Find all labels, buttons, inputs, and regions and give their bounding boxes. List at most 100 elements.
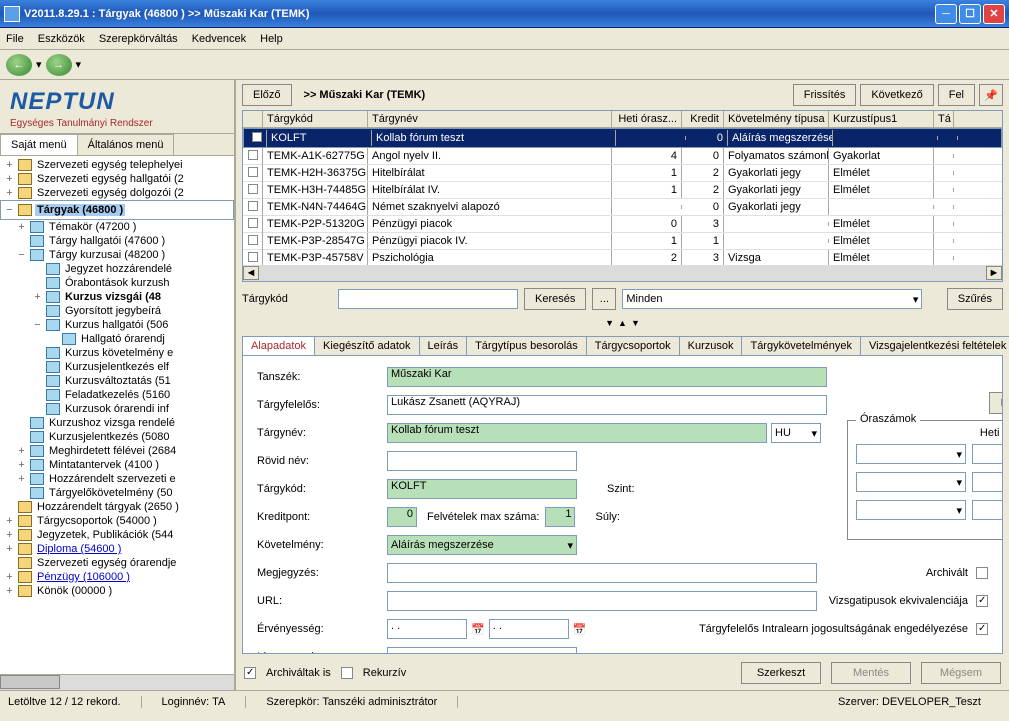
maxtake-field[interactable]: 1 xyxy=(545,507,575,527)
detail-tab[interactable]: Leírás xyxy=(419,336,468,355)
detail-tab[interactable]: Alapadatok xyxy=(242,336,315,355)
dropdown-icon[interactable]: ▾ xyxy=(36,58,42,71)
browse-button[interactable]: ... xyxy=(592,288,616,310)
scroll-left-icon[interactable]: ◄ xyxy=(243,266,259,280)
detail-tab[interactable]: Vizsgajelentkezési feltételek xyxy=(860,336,1009,355)
tree-node[interactable]: +Tárgycsoportok (54000 ) xyxy=(0,514,234,528)
req-select[interactable]: Aláírás megszerzése▾ xyxy=(387,535,577,555)
close-button[interactable]: ✕ xyxy=(983,4,1005,24)
weekly-3[interactable] xyxy=(972,500,1003,520)
menu-help[interactable]: Help xyxy=(260,33,283,45)
up-button[interactable]: Fel xyxy=(938,84,975,106)
col-header[interactable]: Heti órasz... xyxy=(612,111,682,127)
name-field[interactable]: Kollab fórum teszt xyxy=(387,423,767,443)
detail-tab[interactable]: Tárgykövetelmények xyxy=(741,336,861,355)
menu-file[interactable]: File xyxy=(6,33,24,45)
col-header[interactable]: Tá xyxy=(934,111,954,127)
col-header[interactable]: Kredit xyxy=(682,111,724,127)
note-field[interactable] xyxy=(387,563,817,583)
next-button[interactable]: Következő xyxy=(860,84,933,106)
resp-field[interactable]: Lukász Zsanett (AQYRAJ) xyxy=(387,395,827,415)
col-header[interactable] xyxy=(243,111,263,127)
maximize-button[interactable]: ☐ xyxy=(959,4,981,24)
col-header[interactable]: Tárgynév xyxy=(368,111,612,127)
menu-fav[interactable]: Kedvencek xyxy=(192,33,246,45)
table-row[interactable]: TEMK-P2P-51320GPénzügyi piacok03Elmélet xyxy=(243,216,1002,233)
tree-node[interactable]: −Tárgy kurzusai (48200 ) xyxy=(0,248,234,262)
filter-button[interactable]: Szűrés xyxy=(947,288,1003,310)
tree-node[interactable]: Gyorsított jegybeírá xyxy=(0,304,234,318)
tree-node[interactable]: +Szervezeti egység hallgatói (2 xyxy=(0,172,234,186)
table-row[interactable]: TEMK-P3P-45758VPszichológia23VizsgaElmél… xyxy=(243,250,1002,265)
tree-node[interactable]: Tárgy hallgatói (47600 ) xyxy=(0,234,234,248)
tree-node[interactable]: Kurzusváltoztatás (51 xyxy=(0,374,234,388)
menu-tools[interactable]: Eszközök xyxy=(38,33,85,45)
prev-button[interactable]: Előző xyxy=(242,84,292,106)
tree-node[interactable]: Kurzus követelmény e xyxy=(0,346,234,360)
hour-type-1[interactable]: ▾ xyxy=(856,444,966,464)
table-row[interactable]: TEMK-P3P-28547GPénzügyi piacok IV.11Elmé… xyxy=(243,233,1002,250)
tree-node[interactable]: −Tárgyak (46800 ) xyxy=(0,200,234,220)
tree-node[interactable]: Kurzusjelentkezés (5080 xyxy=(0,430,234,444)
hour-type-2[interactable]: ▾ xyxy=(856,472,966,492)
tree-scrollbar[interactable] xyxy=(0,674,234,690)
edit-button[interactable]: Szerkeszt xyxy=(741,662,821,684)
weekly-2[interactable] xyxy=(972,472,1003,492)
tree-node[interactable]: +Diploma (54600 ) xyxy=(0,542,234,556)
tree-node[interactable]: +Hozzárendelt szervezeti e xyxy=(0,472,234,486)
archived-too-checkbox[interactable] xyxy=(244,667,256,679)
tree-node[interactable]: +Könök (00000 ) xyxy=(0,584,234,598)
tree-node[interactable]: Hallgató órarendj xyxy=(0,332,234,346)
code-field[interactable]: KOLFT xyxy=(387,479,577,499)
pin-button[interactable]: 📌 xyxy=(979,84,1003,106)
refresh-button[interactable]: Frissítés xyxy=(793,84,857,106)
tree-node[interactable]: Feladatkezelés (5160 xyxy=(0,388,234,402)
tree-node[interactable]: +Pénzügy (106000 ) xyxy=(0,570,234,584)
tree-node[interactable]: Kurzushoz vizsga rendelé xyxy=(0,416,234,430)
credit-field[interactable]: 0 xyxy=(387,507,417,527)
table-row[interactable]: TEMK-H3H-74485GHitelbírálat IV.12Gyakorl… xyxy=(243,182,1002,199)
menu-role[interactable]: Szerepkörváltás xyxy=(99,33,178,45)
calendar-icon[interactable]: 📅 xyxy=(467,623,489,636)
tree-node[interactable]: +Szervezeti egység dolgozói (2 xyxy=(0,186,234,200)
valid-from[interactable]: . . xyxy=(387,619,467,639)
table-row[interactable]: TEMK-A1K-62775GAngol nyelv II.40Folyamat… xyxy=(243,148,1002,165)
search-button[interactable]: Keresés xyxy=(524,288,586,310)
calendar-icon[interactable]: 📅 xyxy=(569,623,591,636)
foreign-select[interactable]: ▾ xyxy=(387,647,577,654)
tree-node[interactable]: +Szervezeti egység telephelyei xyxy=(0,158,234,172)
tree-node[interactable]: Órabontások kurzush xyxy=(0,276,234,290)
weekly-1[interactable] xyxy=(972,444,1003,464)
tree-node[interactable]: Kurzusok órarendi inf xyxy=(0,402,234,416)
scroll-right-icon[interactable]: ► xyxy=(986,266,1002,280)
tree-node[interactable]: +Jegyzetek, Publikációk (544 xyxy=(0,528,234,542)
tree-node[interactable]: +Mintatantervek (4100 ) xyxy=(0,458,234,472)
nav-back-button[interactable]: ← xyxy=(6,54,32,76)
tree-node[interactable]: −Kurzus hallgatói (506 xyxy=(0,318,234,332)
tree-node[interactable]: +Témakör (47200 ) xyxy=(0,220,234,234)
nav-forward-button[interactable]: → xyxy=(46,54,72,76)
tree-node[interactable]: Hozzárendelt tárgyak (2650 ) xyxy=(0,500,234,514)
minimize-button[interactable]: ─ xyxy=(935,4,957,24)
pager[interactable]: ▼▲▼ xyxy=(242,318,1003,328)
lang-select[interactable]: HU▾ xyxy=(771,423,821,443)
dropdown-icon[interactable]: ▾ xyxy=(76,58,82,71)
tab-general-menu[interactable]: Általános menü xyxy=(77,134,175,155)
tree-node[interactable]: Jegyzet hozzárendelé xyxy=(0,262,234,276)
archived-checkbox[interactable] xyxy=(976,567,988,579)
grid-header[interactable]: TárgykódTárgynévHeti órasz...KreditKövet… xyxy=(243,111,1002,128)
tree-node[interactable]: Szervezeti egység órarendje xyxy=(0,556,234,570)
grid-scrollbar[interactable]: ◄ ► xyxy=(243,265,1002,281)
short-field[interactable] xyxy=(387,451,577,471)
valid-to[interactable]: . . xyxy=(489,619,569,639)
grid-body[interactable]: KOLFTKollab fórum teszt0Aláírás megszerz… xyxy=(243,128,1002,265)
table-row[interactable]: TEMK-N4N-74464GNémet szaknyelvi alapozó0… xyxy=(243,199,1002,216)
url-field[interactable] xyxy=(387,591,817,611)
tree-node[interactable]: Kurzusjelentkezés elf xyxy=(0,360,234,374)
search-input[interactable] xyxy=(338,289,518,309)
detail-tab[interactable]: Tárgycsoportok xyxy=(586,336,680,355)
detail-tab[interactable]: Kurzusok xyxy=(679,336,743,355)
recursive-checkbox[interactable] xyxy=(341,667,353,679)
detail-tab[interactable]: Kiegészítő adatok xyxy=(314,336,419,355)
tree-view[interactable]: +Szervezeti egység telephelyei+Szervezet… xyxy=(0,156,234,674)
